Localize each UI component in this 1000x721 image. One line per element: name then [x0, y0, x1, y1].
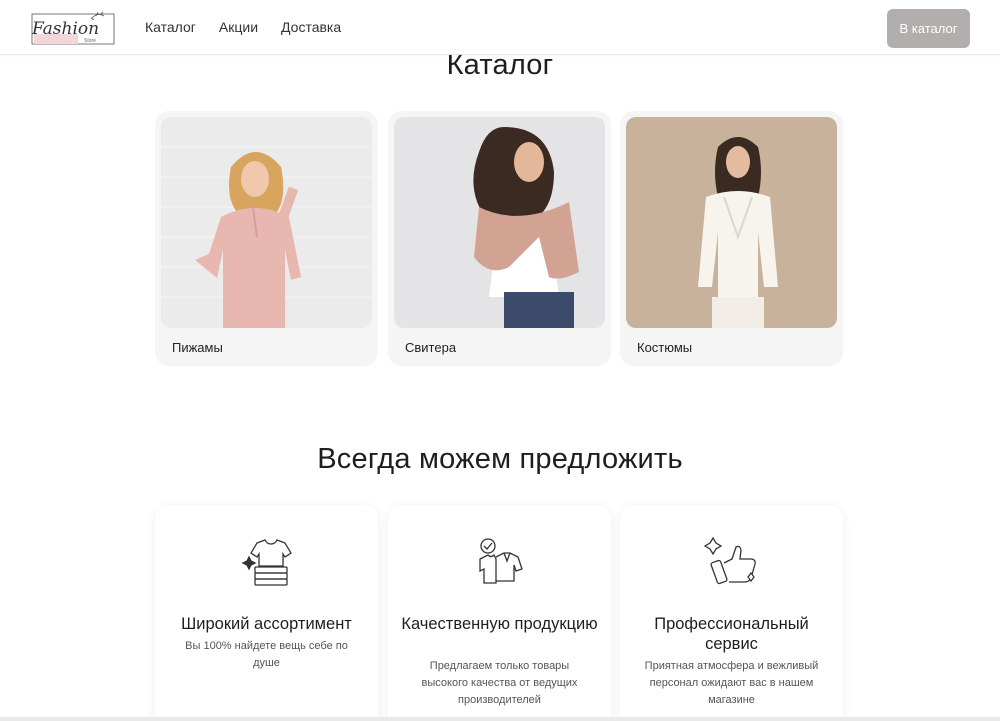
- thumbs-up-icon: [703, 535, 760, 591]
- svg-text:Store: Store: [84, 38, 96, 44]
- catalog-card-pajamas[interactable]: Пижамы: [155, 111, 378, 366]
- offer-card-description: Приятная атмосфера и вежливый персонал о…: [644, 660, 819, 706]
- offer-card-quality: Качественную продукцию Предлагаем только…: [388, 505, 611, 721]
- catalog-card-label: Костюмы: [637, 340, 693, 355]
- main-nav: Каталог Акции Доставка: [145, 19, 341, 35]
- to-catalog-button[interactable]: В каталог: [887, 9, 970, 48]
- catalog-card-label: Свитера: [405, 340, 457, 355]
- catalog-card-sweaters[interactable]: Свитера: [388, 111, 611, 366]
- site-header: Fashion Store Каталог Акции Доставка В к…: [0, 0, 1000, 55]
- woman-in-white-suit-image: [626, 117, 837, 328]
- page-bottom-divider: [0, 717, 1000, 721]
- catalog-card-label: Пижамы: [172, 340, 223, 355]
- nav-link-catalog[interactable]: Каталог: [145, 19, 196, 35]
- quality-shirt-icon: [472, 535, 528, 591]
- fashion-store-logo[interactable]: Fashion Store: [28, 10, 118, 46]
- woman-in-knit-sweater-image: [394, 117, 605, 328]
- clothes-stack-icon: [239, 535, 295, 591]
- offer-card-title: Широкий ассортимент: [181, 615, 352, 633]
- offer-card-description: Вы 100% найдете вещь себе по душе: [185, 640, 348, 669]
- svg-text:Fashion: Fashion: [31, 19, 99, 39]
- offer-card-title: Качественную продукцию: [401, 615, 598, 633]
- nav-link-promotions[interactable]: Акции: [219, 19, 258, 35]
- catalog-card-suits[interactable]: Костюмы: [620, 111, 843, 366]
- offer-heading: Всегда можем предложить: [317, 443, 683, 475]
- nav-link-delivery[interactable]: Доставка: [281, 19, 341, 35]
- offer-card-description: Предлагаем только товары высокого качест…: [421, 660, 578, 706]
- offer-card-assortment: Широкий ассортимент Вы 100% найдете вещь…: [155, 505, 378, 721]
- offer-card-title: Профессиональный сервис: [654, 615, 809, 653]
- woman-in-pink-pajamas-image: [161, 117, 372, 328]
- offer-card-service: Профессиональный сервис Приятная атмосфе…: [620, 505, 843, 721]
